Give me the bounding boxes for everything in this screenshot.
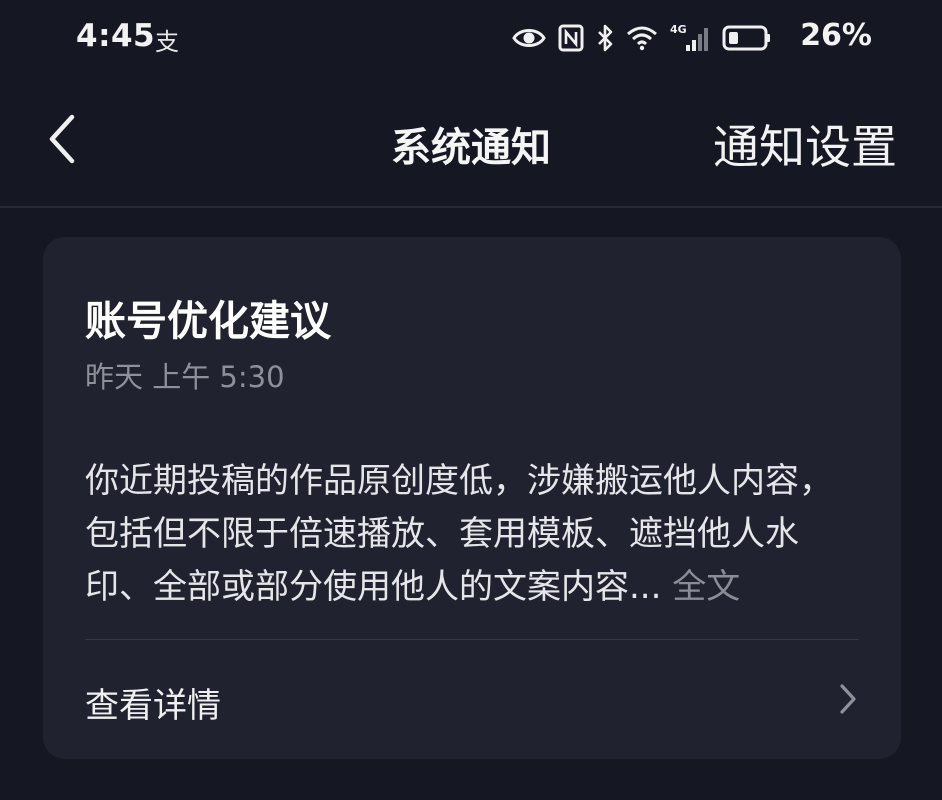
notification-card[interactable]: 账号优化建议 昨天 上午 5:30 你近期投稿的作品原创度低，涉嫌搬运他人内容，… (43, 237, 901, 759)
battery-icon (722, 24, 772, 52)
battery-percent: 26% (800, 18, 872, 53)
view-details-row[interactable]: 查看详情 (43, 640, 901, 759)
svg-text:4G: 4G (670, 23, 687, 36)
notification-timestamp: 昨天 上午 5:30 (85, 360, 285, 394)
nfc-icon (558, 24, 584, 52)
notification-settings-button[interactable]: 通知设置 (713, 111, 897, 177)
header-divider (0, 206, 942, 208)
notification-body: 你近期投稿的作品原创度低，涉嫌搬运他人内容，包括但不限于倍速播放、套用模板、遮挡… (85, 455, 865, 614)
notification-title: 账号优化建议 (85, 297, 331, 345)
screen: 4:45 支 4G 26% 系统通知 通知设置 账号优化建议 昨天 上午 5:3… (0, 0, 942, 800)
cellular-4g-icon: 4G (670, 23, 710, 53)
alipay-icon: 支 (155, 28, 179, 56)
bluetooth-icon (596, 24, 614, 52)
status-icons: 4G (512, 20, 772, 56)
navigation-header: 系统通知 通知设置 (0, 85, 942, 205)
expand-full-text-link[interactable]: 全文 (672, 567, 740, 607)
status-time: 4:45 (76, 18, 156, 54)
wifi-icon (626, 25, 658, 51)
view-details-label: 查看详情 (85, 686, 221, 726)
status-bar: 4:45 支 4G 26% (0, 0, 942, 80)
chevron-right-icon (837, 682, 859, 716)
eye-icon (512, 26, 546, 50)
